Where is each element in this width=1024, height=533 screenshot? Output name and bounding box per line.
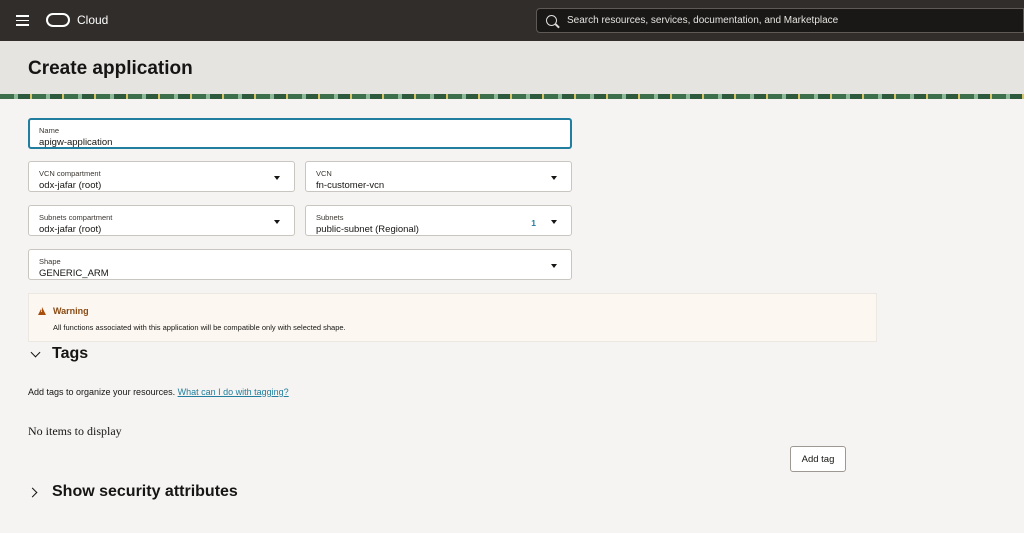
subnets-compartment-value: odx-jafar (root) — [39, 224, 102, 235]
tags-section-title[interactable]: Tags — [52, 345, 88, 363]
search-input[interactable]: Search resources, services, documentatio… — [536, 8, 1024, 33]
caret-down-icon — [274, 176, 280, 180]
shape-value: GENERIC_ARM — [39, 268, 109, 279]
chevron-down-icon[interactable] — [30, 347, 41, 358]
empty-state-text: No items to display — [28, 424, 122, 438]
name-value: apigw-application — [39, 137, 113, 148]
name-label: Name — [39, 126, 60, 135]
vcn-compartment-label: VCN compartment — [39, 169, 101, 178]
subnets-value: public-subnet (Regional) — [316, 224, 419, 235]
subnets-label: Subnets — [316, 213, 344, 222]
hamburger-menu-icon[interactable] — [16, 15, 29, 26]
tags-description: Add tags to organize your resources. — [28, 387, 176, 397]
warning-triangle-icon — [38, 307, 46, 315]
caret-down-icon — [274, 220, 280, 224]
vcn-compartment-value: odx-jafar (root) — [39, 180, 102, 191]
subnets-compartment-select[interactable]: Subnets compartment odx-jafar (root) — [28, 205, 295, 236]
chevron-right-icon[interactable] — [27, 487, 38, 498]
warning-text: All functions associated with this appli… — [53, 323, 346, 332]
warning-title: Warning — [53, 306, 89, 316]
shape-select[interactable]: Shape GENERIC_ARM — [28, 249, 572, 280]
vcn-compartment-select[interactable]: VCN compartment odx-jafar (root) — [28, 161, 295, 192]
subnets-compartment-label: Subnets compartment — [39, 213, 113, 222]
subnets-count-badge: 1 — [531, 218, 536, 228]
caret-down-icon — [551, 264, 557, 268]
tags-description-line: Add tags to organize your resources. Wha… — [28, 387, 289, 397]
top-navigation-bar: Cloud Search resources, services, docume… — [0, 0, 1024, 41]
vcn-select[interactable]: VCN fn-customer-vcn — [305, 161, 572, 192]
brand-name[interactable]: Cloud — [77, 13, 108, 27]
oracle-logo-icon[interactable] — [46, 13, 70, 27]
page-header: Create application — [0, 41, 1024, 94]
vcn-value: fn-customer-vcn — [316, 180, 385, 191]
caret-down-icon — [551, 220, 557, 224]
add-tag-button[interactable]: Add tag — [790, 446, 846, 472]
search-placeholder: Search resources, services, documentatio… — [567, 15, 839, 26]
decorative-banner — [0, 94, 1024, 99]
warning-message: Warning All functions associated with th… — [28, 293, 877, 342]
tagging-help-link[interactable]: What can I do with tagging? — [178, 387, 289, 397]
page-title: Create application — [28, 58, 193, 79]
shape-label: Shape — [39, 257, 61, 266]
vcn-label: VCN — [316, 169, 332, 178]
search-icon — [546, 15, 557, 26]
subnets-select[interactable]: Subnets public-subnet (Regional) 1 — [305, 205, 572, 236]
name-field[interactable]: Name apigw-application — [28, 118, 572, 149]
security-attributes-toggle[interactable]: Show security attributes — [52, 483, 238, 501]
caret-down-icon — [551, 176, 557, 180]
